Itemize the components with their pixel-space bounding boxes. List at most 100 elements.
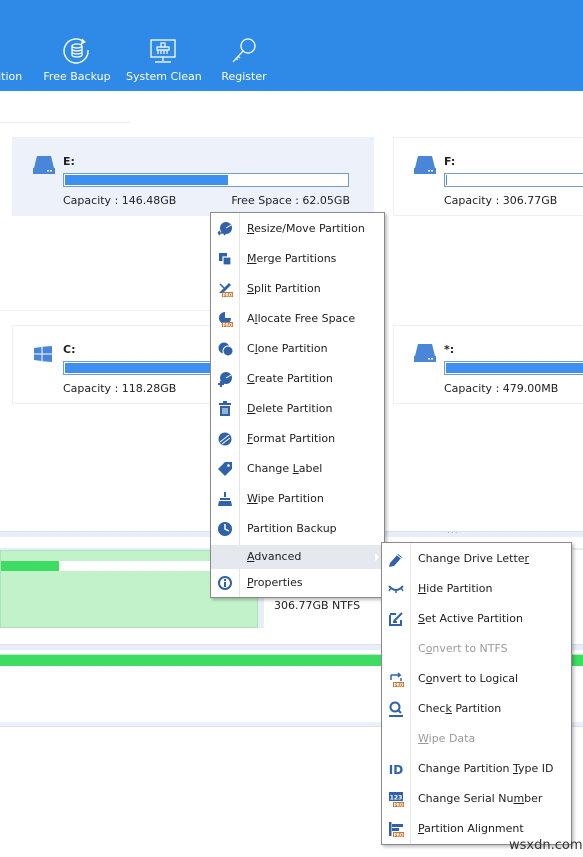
partition-usage-fill — [1, 561, 59, 571]
toolbar-free-backup-button[interactable]: Free Backup — [42, 34, 112, 88]
divider — [0, 122, 130, 123]
menu-item-label: Convert to NTFS — [418, 642, 508, 655]
toolbar-system-clean-button[interactable]: System Clean — [126, 34, 202, 88]
label-text: A — [247, 312, 255, 325]
info-icon — [218, 576, 232, 590]
menu-item-change-label[interactable]: Change Label — [211, 457, 384, 481]
label-text: plit Partition — [253, 282, 321, 295]
menu-item-label: Convert to Logical — [418, 672, 518, 685]
split-pro-icon: PRO — [219, 283, 233, 297]
label-text: ype ID — [517, 762, 554, 775]
delete-icon — [219, 401, 231, 416]
windows-icon — [34, 346, 52, 362]
partition-card-c[interactable]: C: Capacity : 118.28GB — [12, 325, 223, 404]
menu-item-wipe-partition[interactable]: Wipe Partition — [211, 487, 384, 511]
capacity-text: Capacity : 118.28GB — [63, 382, 177, 395]
menu-item-change-partition-type-id[interactable]: ID Change Partition Type ID — [382, 757, 571, 781]
menu-item-change-drive-letter[interactable]: Change Drive Letter — [382, 547, 571, 571]
system-clean-icon — [150, 39, 176, 63]
toolbar-register-button[interactable]: Register — [216, 34, 272, 88]
id-icon: ID — [389, 763, 403, 777]
partition-name: *: — [444, 343, 455, 356]
menu-item-format-partition[interactable]: Format Partition — [211, 427, 384, 451]
menu-item-label: Check Partition — [418, 702, 501, 715]
menu-item-advanced[interactable]: Advanced — [211, 545, 384, 569]
access-key: S — [247, 282, 254, 295]
free-space-text: Free Space : 62.05GB — [231, 194, 350, 207]
hide-icon — [388, 585, 404, 593]
menu-item-partition-backup[interactable]: Partition Backup — [211, 517, 384, 541]
label-text: esize/Move Partition — [254, 222, 365, 235]
label-text: locate Free Space — [257, 312, 356, 325]
label-text: ber — [524, 792, 543, 805]
menu-item-allocate-free-space[interactable]: PRO Allocate Free Space — [211, 307, 384, 331]
menu-item-label: Allocate Free Space — [247, 312, 355, 325]
toolbar-partition-button[interactable]: tition — [0, 34, 26, 88]
create-icon — [218, 372, 232, 387]
menu-item-check-partition[interactable]: Check Partition — [382, 697, 571, 721]
menu-item-label: Wipe Partition — [247, 492, 324, 505]
key-icon — [232, 38, 256, 63]
menu-item-create-partition[interactable]: Create Partition — [211, 367, 384, 391]
svg-text:123: 123 — [390, 795, 403, 802]
label-icon — [218, 462, 232, 476]
menu-item-label: Wipe Data — [418, 732, 475, 745]
menu-item-convert-to-logical[interactable]: PRO Convert to Logical — [382, 667, 571, 691]
label-text: Partition — [451, 702, 502, 715]
clone-icon — [218, 342, 233, 357]
drive-icon — [33, 156, 55, 174]
menu-item-label: Set Active Partition — [418, 612, 523, 625]
menu-item-split-partition[interactable]: PRO Split Partition — [211, 277, 384, 301]
capacity-text: Capacity : 146.48GB — [63, 194, 177, 207]
label-text: ipe Data — [428, 732, 476, 745]
access-key: W — [247, 492, 258, 505]
menu-item-wipe-data: Wipe Data — [382, 727, 571, 751]
label-text: abel — [298, 462, 323, 475]
menu-item-delete-partition[interactable]: Delete Partition — [211, 397, 384, 421]
menu-item-convert-to-ntfs: Convert to NTFS — [382, 637, 571, 661]
menu-item-label: Properties — [247, 576, 303, 589]
menu-item-label: Partition Alignment — [418, 822, 524, 835]
splitter-grip[interactable]: ... — [447, 526, 459, 536]
menu-item-clone-partition[interactable]: Clone Partition — [211, 337, 384, 361]
submenu-arrow-icon — [375, 553, 379, 561]
divider — [0, 310, 210, 311]
partition-name: C: — [63, 343, 76, 356]
partition-fs-label: 306.77GB NTFS — [274, 599, 361, 612]
label-text: nvert to Logical — [432, 672, 519, 685]
usage-bar — [444, 173, 583, 187]
menu-item-resize-move-partition[interactable]: Resize/Move Partition — [211, 217, 384, 241]
pencil-icon — [389, 554, 402, 567]
usage-bar — [63, 173, 349, 187]
partition-card-e[interactable]: E: Capacity : 146.48GB Free Space : 62.0… — [12, 137, 374, 216]
usage-bar-fill — [65, 363, 221, 373]
menu-item-properties[interactable]: Properties — [211, 571, 384, 595]
menu-item-hide-partition[interactable]: Hide Partition — [382, 577, 571, 601]
label-text: ide Partition — [426, 582, 493, 595]
label-text: dvanced — [254, 550, 302, 563]
label-text: roperties — [253, 576, 303, 589]
menu-item-label: Create Partition — [247, 372, 333, 385]
watermark: wsxdn.com — [509, 838, 583, 853]
toolbar-label: tition — [0, 70, 23, 83]
menu-item-merge-partitions[interactable]: Merge Partitions — [211, 247, 384, 271]
label-text: Chec — [418, 702, 446, 715]
partition-card-unlettered[interactable]: *: Capacity : 479.00MB — [393, 325, 583, 404]
drive-icon — [414, 156, 436, 174]
access-key: C — [247, 372, 255, 385]
capacity-text: Capacity : 479.00MB — [444, 382, 559, 395]
partition-card-f[interactable]: F: Capacity : 306.77GB — [393, 137, 583, 216]
menu-item-label: Change Partition Type ID — [418, 762, 553, 775]
backup-icon — [63, 38, 89, 64]
svg-text:PRO: PRO — [394, 832, 404, 837]
label-text: Partition Backup — [247, 522, 337, 535]
menu-item-label: Partition Backup — [247, 522, 337, 535]
menu-item-change-serial-number[interactable]: 123 PRO Change Serial Number — [382, 787, 571, 811]
toolbar-label: System Clean — [126, 70, 202, 83]
menu-item-set-active-partition[interactable]: Set Active Partition — [382, 607, 571, 631]
label-text: ipe Partition — [257, 492, 324, 505]
backup-small-icon — [218, 522, 232, 536]
usage-bar-fill — [446, 175, 447, 185]
partition-name: E: — [63, 155, 75, 168]
label-text: Change Drive Lette — [418, 552, 525, 565]
